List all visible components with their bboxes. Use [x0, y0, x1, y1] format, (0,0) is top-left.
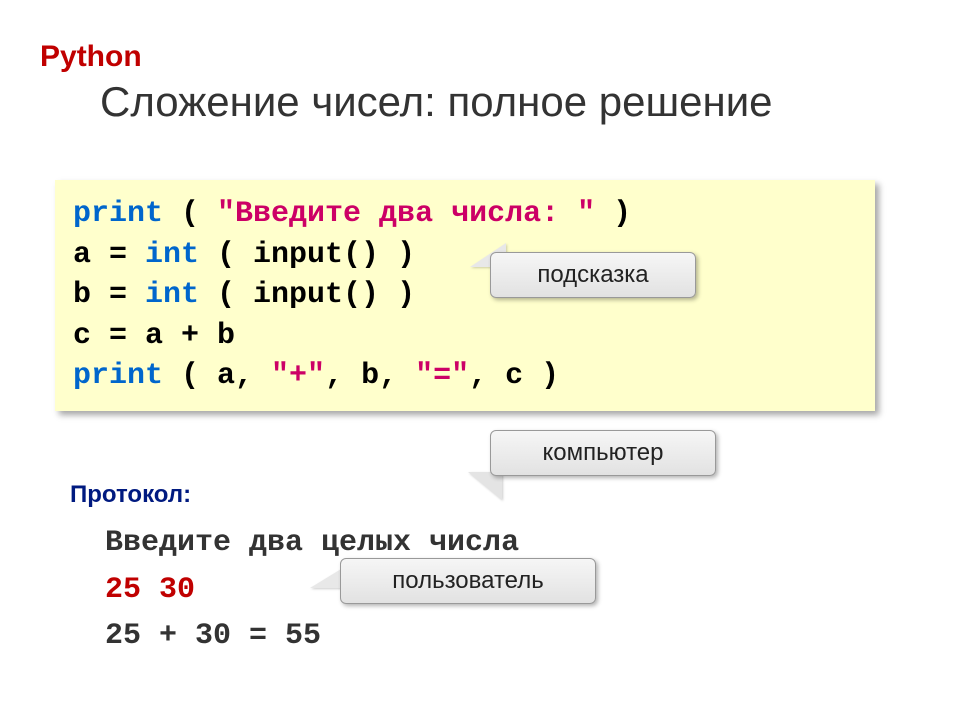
code-line-2: a = int ( input() ): [73, 235, 857, 276]
code-text: ( input() ): [199, 238, 415, 272]
code-line-5: print ( a, "+", b, "=", c ): [73, 356, 857, 397]
language-label: Python: [40, 40, 142, 74]
code-text: ( input() ): [199, 278, 415, 312]
output-result: 25 + 30 = 55: [105, 613, 519, 660]
callout-hint: подсказка: [490, 252, 696, 298]
code-line-3: b = int ( input() ): [73, 275, 857, 316]
code-text: , c ): [469, 359, 559, 393]
code-block: print ( "Введите два числа: " ) a = int …: [55, 180, 875, 411]
code-line-4: c = a + b: [73, 316, 857, 357]
callout-user: пользователь: [340, 558, 596, 604]
string-literal: "=": [415, 359, 469, 393]
code-text: , b,: [325, 359, 415, 393]
callout-computer: компьютер: [490, 430, 716, 476]
code-text: (: [163, 197, 217, 231]
code-text: ( a,: [163, 359, 271, 393]
string-literal: "Введите два числа: ": [217, 197, 595, 231]
keyword-int: int: [145, 278, 199, 312]
slide-title: Сложение чисел: полное решение: [100, 78, 773, 126]
code-line-1: print ( "Введите два числа: " ): [73, 194, 857, 235]
keyword-int: int: [145, 238, 199, 272]
code-text: ): [595, 197, 631, 231]
keyword-print: print: [73, 359, 163, 393]
code-text: a =: [73, 238, 145, 272]
callout-tail: [468, 472, 502, 500]
string-literal: "+": [271, 359, 325, 393]
code-text: b =: [73, 278, 145, 312]
protocol-label: Протокол:: [70, 481, 191, 509]
keyword-print: print: [73, 197, 163, 231]
